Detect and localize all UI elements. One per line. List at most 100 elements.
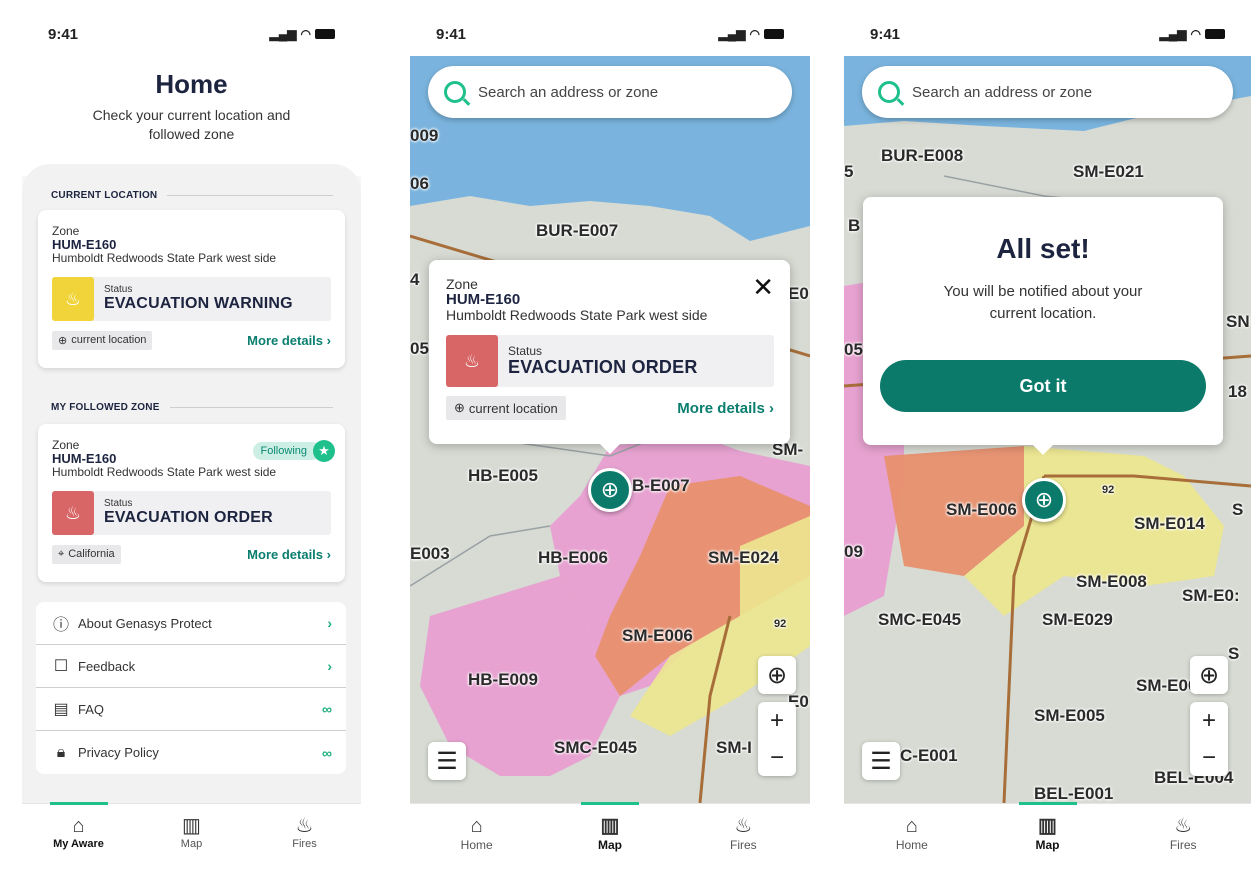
crosshair-icon: ⊕ (766, 661, 788, 689)
map-icon: ▥ (600, 815, 620, 837)
tab-map[interactable]: ▥ Map (543, 804, 676, 877)
tab-home[interactable]: ⌂ Home (844, 804, 980, 877)
zone-label: BUR-E007 (536, 221, 619, 240)
more-details-label: More details (247, 546, 324, 562)
external-link-icon: ∞ (322, 744, 332, 761)
locate-me-button[interactable]: ⊕ (1190, 656, 1228, 694)
zone-label: Zone (52, 224, 80, 238)
menu-item-feedback[interactable]: ☐ Feedback › (36, 645, 346, 688)
section-current-location: CURRENT LOCATION (51, 190, 333, 201)
home-icon: ⌂ (72, 815, 85, 837)
zone-label: HB-E009 (468, 670, 538, 689)
status-icons: ▂▄▆ ◠ (1160, 27, 1225, 41)
chevron-right-icon: › (327, 658, 332, 674)
close-icon[interactable]: ✕ (752, 272, 774, 303)
search-input[interactable]: Search an address or zone (478, 84, 658, 101)
map-canvas[interactable]: BUR-E008 SM-E021 5 B SN 05 18 SM-E006 SM… (844, 56, 1251, 803)
more-details-link[interactable]: More details › (247, 333, 331, 348)
zone-label: SMC-E045 (878, 610, 962, 629)
map-icon: ▥ (182, 815, 201, 837)
location-chip: ⊕ current location (52, 330, 153, 350)
zone-label: 18 (1228, 382, 1247, 401)
crosshair-icon: ⊕ (1198, 661, 1220, 689)
location-pin-icon[interactable]: ⊕ (1022, 478, 1066, 522)
tab-label: Fires (1169, 838, 1197, 852)
status-value: EVACUATION ORDER (104, 509, 273, 526)
zoom-controls: + − (758, 702, 796, 776)
section-title: CURRENT LOCATION (51, 190, 158, 201)
more-details-link[interactable]: More details › (247, 547, 331, 562)
location-chip: ⊕ current location (446, 396, 566, 420)
zone-label: 05 (844, 340, 863, 359)
settings-menu: ⓘ About Genasys Protect › ☐ Feedback › ▤ FAQ ∞… (36, 602, 346, 774)
status-icons: ▂▄▆ ◠ (270, 27, 335, 41)
lock-icon: 🔒︎ (56, 743, 66, 761)
crosshair-icon: ⊕ (58, 334, 68, 347)
home-icon: ⌂ (470, 815, 483, 837)
info-icon: ⓘ (52, 617, 69, 634)
zoom-out-button[interactable]: − (770, 744, 784, 772)
legend-button[interactable]: ☰ (862, 742, 900, 780)
got-it-button[interactable]: Got it (880, 360, 1206, 412)
confirmation-screen: 9:41 ▂▄▆ ◠ BUR-E008 SM-E021 5 B SN 05 18 … (844, 12, 1251, 877)
tab-fires[interactable]: ♨ Fires (1115, 804, 1251, 877)
tab-my-aware[interactable]: ⌂ My Aware (22, 804, 135, 877)
zone-label: SM-E021 (1073, 162, 1144, 181)
dialog-message: You will be notified about your current … (943, 283, 1143, 322)
map-canvas[interactable]: 009 06 BUR-E007 4 E0: 05 SM- HB-E005 B-E… (410, 56, 810, 803)
zoom-in-button[interactable]: + (770, 707, 784, 735)
fire-icon: ♨ (446, 335, 498, 387)
fire-icon: ♨ (734, 815, 753, 837)
current-location-card[interactable]: Zone HUM-E160 Humboldt Redwoods State Pa… (38, 210, 345, 368)
more-details-link[interactable]: More details › (677, 400, 774, 417)
zone-label: E0: (788, 284, 810, 303)
tab-bar: ⌂ My Aware ▥ Map ♨ Fires (22, 803, 361, 877)
tab-fires[interactable]: ♨ Fires (248, 804, 361, 877)
status-label: Status (104, 498, 133, 509)
zone-label: SM-E005 (1034, 706, 1105, 725)
chevron-right-icon: › (327, 615, 332, 631)
locate-me-button[interactable]: ⊕ (758, 656, 796, 694)
location-pin-icon[interactable]: ⊕ (588, 468, 632, 512)
divider (169, 407, 333, 408)
status-bar: 9:41 ▂▄▆ ◠ (844, 12, 1251, 56)
crosshair-icon: ⊕ (454, 400, 465, 415)
external-link-icon: ∞ (322, 701, 332, 717)
menu-item-about[interactable]: ⓘ About Genasys Protect › (36, 602, 346, 645)
search-bar[interactable]: Search an address or zone (428, 66, 792, 118)
followed-zone-card[interactable]: Following ★ Zone HUM-E160 Humboldt Redwoo… (38, 424, 345, 582)
zone-label: S (1232, 500, 1244, 519)
zone-label: SM-E024 (708, 548, 779, 567)
zone-label: SN (1226, 312, 1250, 331)
menu-item-faq[interactable]: ▤ FAQ ∞ (36, 688, 346, 731)
status-icons: ▂▄▆ ◠ (719, 27, 784, 41)
zone-label: SM-E008 (1076, 572, 1147, 591)
section-followed-zone: MY FOLLOWED ZONE (51, 402, 333, 413)
tab-fires[interactable]: ♨ Fires (677, 804, 810, 877)
chevron-right-icon: › (326, 546, 331, 562)
search-bar[interactable]: Search an address or zone (862, 66, 1233, 118)
search-input[interactable]: Search an address or zone (912, 84, 1092, 101)
zoom-out-button[interactable]: − (1202, 744, 1216, 772)
list-icon: ☰ (870, 747, 892, 775)
zone-label: SM-E0: (1182, 586, 1240, 605)
battery-icon (315, 29, 335, 39)
chevron-right-icon: › (769, 399, 774, 417)
zone-popup: ✕ Zone HUM-E160 Humboldt Redwoods State … (429, 260, 790, 454)
following-badge[interactable]: Following ★ (252, 440, 335, 462)
tab-home[interactable]: ⌂ Home (410, 804, 543, 877)
search-icon (444, 81, 466, 103)
menu-label: Feedback (78, 658, 136, 674)
zoom-in-button[interactable]: + (1202, 707, 1216, 735)
tab-map[interactable]: ▥ Map (135, 804, 248, 877)
legend-button[interactable]: ☰ (428, 742, 466, 780)
more-details-label: More details (677, 399, 765, 417)
tab-map[interactable]: ▥ Map (980, 804, 1116, 877)
tab-label: Map (1035, 838, 1060, 852)
fire-icon: ♨ (295, 815, 314, 837)
highway-shield: 92 (1102, 484, 1115, 496)
zone-label: 4 (410, 270, 420, 289)
zone-label: 06 (410, 174, 429, 193)
zone-label: SM-E029 (1042, 610, 1113, 629)
menu-item-privacy[interactable]: 🔒︎ Privacy Policy ∞ (36, 731, 346, 774)
